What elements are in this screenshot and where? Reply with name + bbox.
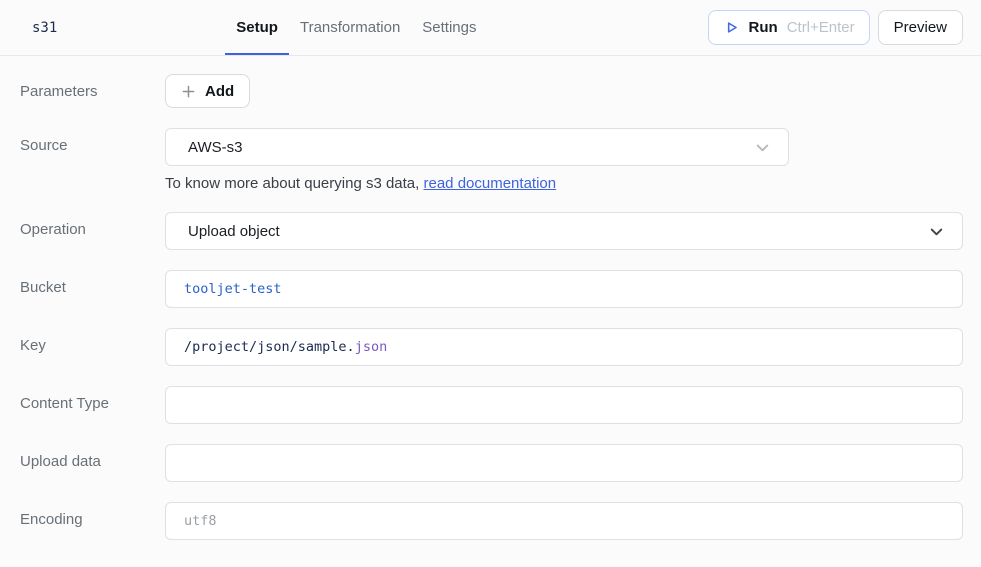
key-input-path: /project/json/sample. (184, 339, 355, 355)
encoding-row: Encoding utf8 (20, 502, 963, 540)
query-tabs: Setup Transformation Settings (225, 0, 487, 55)
query-editor-panel: s31 Setup Transformation Settings Run Ct… (0, 0, 981, 567)
play-icon (723, 19, 740, 36)
preview-button[interactable]: Preview (878, 10, 963, 45)
operation-select[interactable]: Upload object (165, 212, 963, 250)
chevron-down-icon (753, 138, 772, 157)
plus-icon (181, 84, 196, 99)
add-parameter-label: Add (205, 83, 234, 100)
encoding-label: Encoding (20, 502, 165, 540)
bucket-label: Bucket (20, 270, 165, 308)
run-button-label: Run (749, 19, 778, 36)
upload-data-row: Upload data (20, 444, 963, 482)
source-help-text: To know more about querying s3 data, rea… (165, 175, 963, 192)
tab-settings[interactable]: Settings (411, 0, 487, 55)
source-help-prefix: To know more about querying s3 data, (165, 175, 424, 192)
bucket-input[interactable]: tooljet-test (165, 270, 963, 308)
query-name[interactable]: s31 (32, 20, 57, 36)
run-shortcut: Ctrl+Enter (787, 19, 855, 36)
read-documentation-link[interactable]: read documentation (424, 175, 557, 192)
operation-row: Operation Upload object (20, 212, 963, 250)
bucket-input-value: tooljet-test (184, 281, 282, 297)
query-header: s31 Setup Transformation Settings Run Ct… (0, 0, 981, 56)
content-type-row: Content Type (20, 386, 963, 424)
query-form: Parameters Add Source AWS-s3 (0, 56, 981, 540)
source-select[interactable]: AWS-s3 (165, 128, 789, 166)
parameters-row: Parameters Add (20, 74, 963, 108)
run-button[interactable]: Run Ctrl+Enter (708, 10, 870, 45)
content-type-input[interactable] (165, 386, 963, 424)
source-select-value: AWS-s3 (188, 139, 242, 156)
encoding-input-value: utf8 (184, 513, 217, 529)
content-type-label: Content Type (20, 386, 165, 424)
header-actions: Run Ctrl+Enter Preview (708, 0, 963, 55)
source-row: Source AWS-s3 To know more about queryin… (20, 128, 963, 192)
key-label: Key (20, 328, 165, 366)
operation-select-value: Upload object (188, 223, 280, 240)
tab-transformation[interactable]: Transformation (289, 0, 411, 55)
upload-data-input[interactable] (165, 444, 963, 482)
key-input[interactable]: /project/json/sample.json (165, 328, 963, 366)
source-label: Source (20, 128, 165, 192)
parameters-label: Parameters (20, 74, 165, 108)
key-row: Key /project/json/sample.json (20, 328, 963, 366)
bucket-row: Bucket tooljet-test (20, 270, 963, 308)
chevron-down-icon (927, 222, 946, 241)
key-input-extension: json (355, 339, 388, 355)
upload-data-label: Upload data (20, 444, 165, 482)
operation-label: Operation (20, 212, 165, 250)
add-parameter-button[interactable]: Add (165, 74, 250, 108)
tab-setup[interactable]: Setup (225, 0, 289, 55)
encoding-input[interactable]: utf8 (165, 502, 963, 540)
